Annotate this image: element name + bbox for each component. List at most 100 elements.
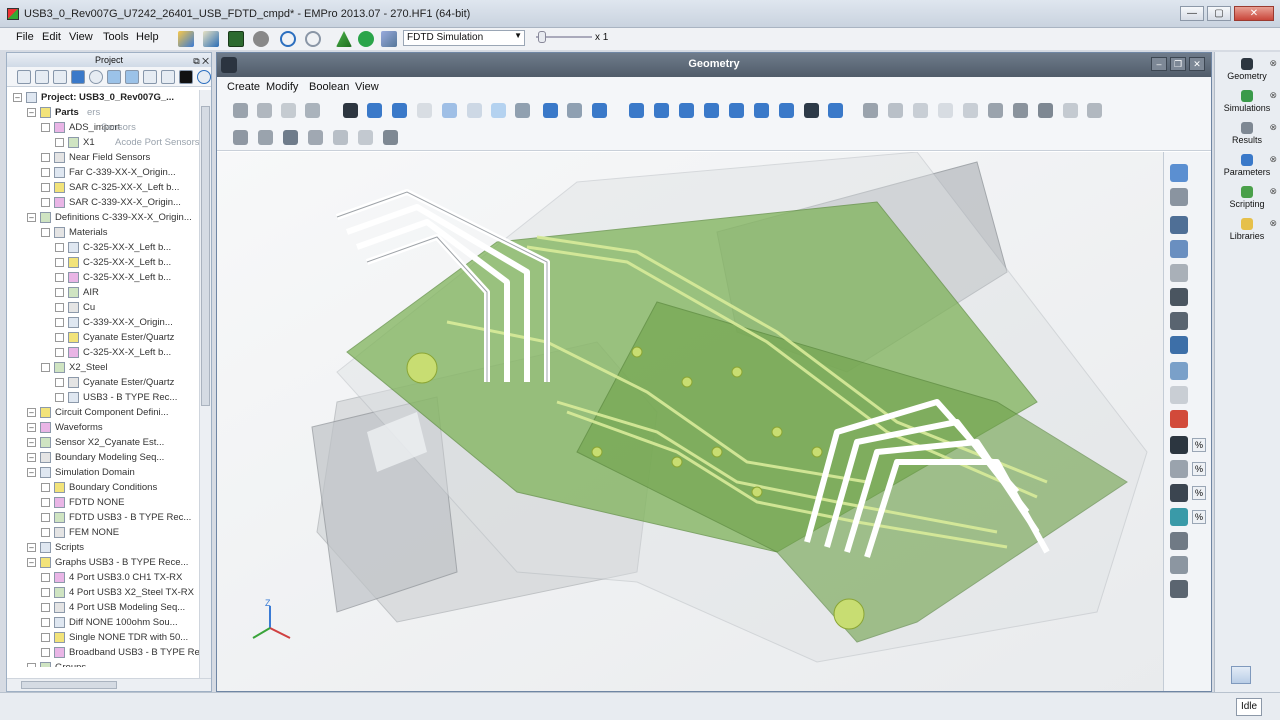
cut-plane-icon[interactable] (1170, 460, 1188, 478)
expand-toggle-icon[interactable] (41, 513, 50, 522)
tree-row[interactable]: Cyanate Ester/Quartz (7, 330, 199, 345)
save-icon[interactable] (228, 31, 244, 47)
tree-refresh-icon[interactable] (197, 70, 211, 84)
expand-toggle-icon[interactable]: – (27, 213, 36, 222)
tree-row[interactable]: – Groups (7, 660, 199, 667)
close-icon[interactable]: ⊗ (1269, 218, 1277, 229)
expand-toggle-icon[interactable] (55, 273, 64, 282)
arc-icon[interactable] (491, 103, 506, 118)
hand-icon[interactable] (1170, 386, 1188, 404)
shell-icon[interactable] (963, 103, 978, 118)
tree-row[interactable]: Near Field Sensors (7, 150, 199, 165)
expand-toggle-icon[interactable]: – (27, 543, 36, 552)
close-button[interactable]: ✕ (1234, 6, 1274, 21)
disk-icon[interactable] (654, 103, 669, 118)
mesh-stats-icon[interactable] (1170, 362, 1188, 380)
menu-tools[interactable]: Tools (103, 31, 129, 43)
geometry-close-button[interactable]: ✕ (1189, 57, 1205, 71)
tree-row[interactable]: AIR (7, 285, 199, 300)
bend-icon[interactable] (1038, 103, 1053, 118)
scroll-thumb[interactable] (21, 681, 117, 689)
mesh-icon[interactable] (336, 31, 352, 47)
close-icon[interactable]: ⊗ (1269, 122, 1277, 133)
tree-row[interactable]: Broadband USB3 - B TYPE Rece... (7, 645, 199, 660)
expand-toggle-icon[interactable] (55, 333, 64, 342)
expand-toggle-icon[interactable] (41, 648, 50, 657)
cylinder-icon[interactable] (629, 103, 644, 118)
tree-row[interactable]: 4 Port USB Modeling Seq... (7, 600, 199, 615)
tree-view-icon[interactable] (107, 70, 121, 84)
close-icon[interactable]: ⊗ (1269, 58, 1277, 69)
redo-icon[interactable] (305, 31, 321, 47)
solid-view-icon[interactable] (1170, 288, 1188, 306)
tree-target-icon[interactable] (89, 70, 103, 84)
tree-row[interactable]: Boundary Conditions (7, 480, 199, 495)
slider-knob[interactable] (538, 31, 546, 43)
pointer-select-icon[interactable] (1170, 164, 1188, 182)
expand-toggle-icon[interactable] (41, 633, 50, 642)
panel-float-close-icons[interactable]: ⧉ ✕ (193, 54, 209, 68)
menu-geometry-view[interactable]: View (355, 81, 379, 93)
tree-row[interactable]: – Waveforms (7, 420, 199, 435)
circle-icon[interactable] (543, 103, 558, 118)
tube-icon[interactable] (729, 103, 744, 118)
align-icon[interactable] (258, 130, 273, 145)
usb-board-model[interactable] (217, 152, 1163, 691)
point-icon[interactable] (281, 103, 296, 118)
opacity-percent-button[interactable]: % (1192, 510, 1206, 524)
tree-row[interactable]: FDTD USB3 - B TYPE Rec... (7, 510, 199, 525)
sweep-icon[interactable] (804, 103, 819, 118)
tree-row[interactable]: Cyanate Ester/Quartz (7, 375, 199, 390)
expand-toggle-icon[interactable] (55, 378, 64, 387)
mirror-icon[interactable] (913, 103, 928, 118)
geometry-restore-button[interactable]: ❐ (1170, 57, 1186, 71)
tree-pin-icon[interactable] (179, 70, 193, 84)
grid-view-icon[interactable] (1170, 556, 1188, 574)
fillet-icon[interactable] (988, 103, 1003, 118)
close-icon[interactable]: ⊗ (1269, 154, 1277, 165)
new-project-icon[interactable] (203, 31, 219, 47)
tree-row[interactable]: Cu (7, 300, 199, 315)
scale-icon[interactable] (888, 103, 903, 118)
tree-row[interactable]: Materials (7, 225, 199, 240)
tree-row[interactable]: SAR C-325-XX-X_Left b... (7, 180, 199, 195)
expand-toggle-icon[interactable]: – (27, 663, 36, 667)
torus-icon[interactable] (257, 103, 272, 118)
dock-item-scripting[interactable]: Scripting ⊗ (1217, 184, 1277, 214)
expand-toggle-icon[interactable] (41, 588, 50, 597)
tree-row[interactable]: FDTD NONE (7, 495, 199, 510)
sheet-icon[interactable] (417, 103, 432, 118)
cone-icon[interactable] (305, 103, 320, 118)
expand-toggle-icon[interactable]: – (27, 468, 36, 477)
tree-row[interactable]: – Parts ers (7, 105, 199, 120)
tree-row[interactable]: C-325-XX-X_Left b... (7, 255, 199, 270)
tree-lightning-icon[interactable] (53, 70, 67, 84)
expand-toggle-icon[interactable] (55, 288, 64, 297)
tree-row[interactable]: – Simulation Domain (7, 465, 199, 480)
expand-toggle-icon[interactable] (55, 348, 64, 357)
opacity-percent-button[interactable]: % (1192, 462, 1206, 476)
tree-sort-icon[interactable] (35, 70, 49, 84)
tree-grid-icon[interactable] (143, 70, 157, 84)
perspective-icon[interactable] (1170, 312, 1188, 330)
loft-icon[interactable] (779, 103, 794, 118)
pyramid-icon[interactable] (704, 103, 719, 118)
tree-row[interactable]: – Project: USB3_0_Rev007G_... (7, 90, 199, 105)
menu-create[interactable]: Create (227, 81, 260, 93)
expand-toggle-icon[interactable]: – (27, 408, 36, 417)
dock-item-geometry[interactable]: Geometry ⊗ (1217, 56, 1277, 86)
expand-toggle-icon[interactable] (55, 258, 64, 267)
tree-row[interactable]: – Circuit Component Defini... (7, 405, 199, 420)
mesh-icon[interactable] (1170, 532, 1188, 550)
curve-icon[interactable] (515, 103, 530, 118)
maximize-button[interactable]: ▢ (1207, 6, 1231, 21)
menu-edit[interactable]: Edit (42, 31, 61, 43)
zoom-select-icon[interactable] (1170, 188, 1188, 206)
expand-toggle-icon[interactable]: – (13, 93, 22, 102)
scroll-thumb[interactable] (201, 106, 210, 406)
tree-filter-icon[interactable] (17, 70, 31, 84)
dock-item-simulations[interactable]: Simulations ⊗ (1217, 88, 1277, 118)
menu-view[interactable]: View (69, 31, 93, 43)
expand-toggle-icon[interactable] (41, 363, 50, 372)
expand-toggle-icon[interactable]: – (27, 423, 36, 432)
